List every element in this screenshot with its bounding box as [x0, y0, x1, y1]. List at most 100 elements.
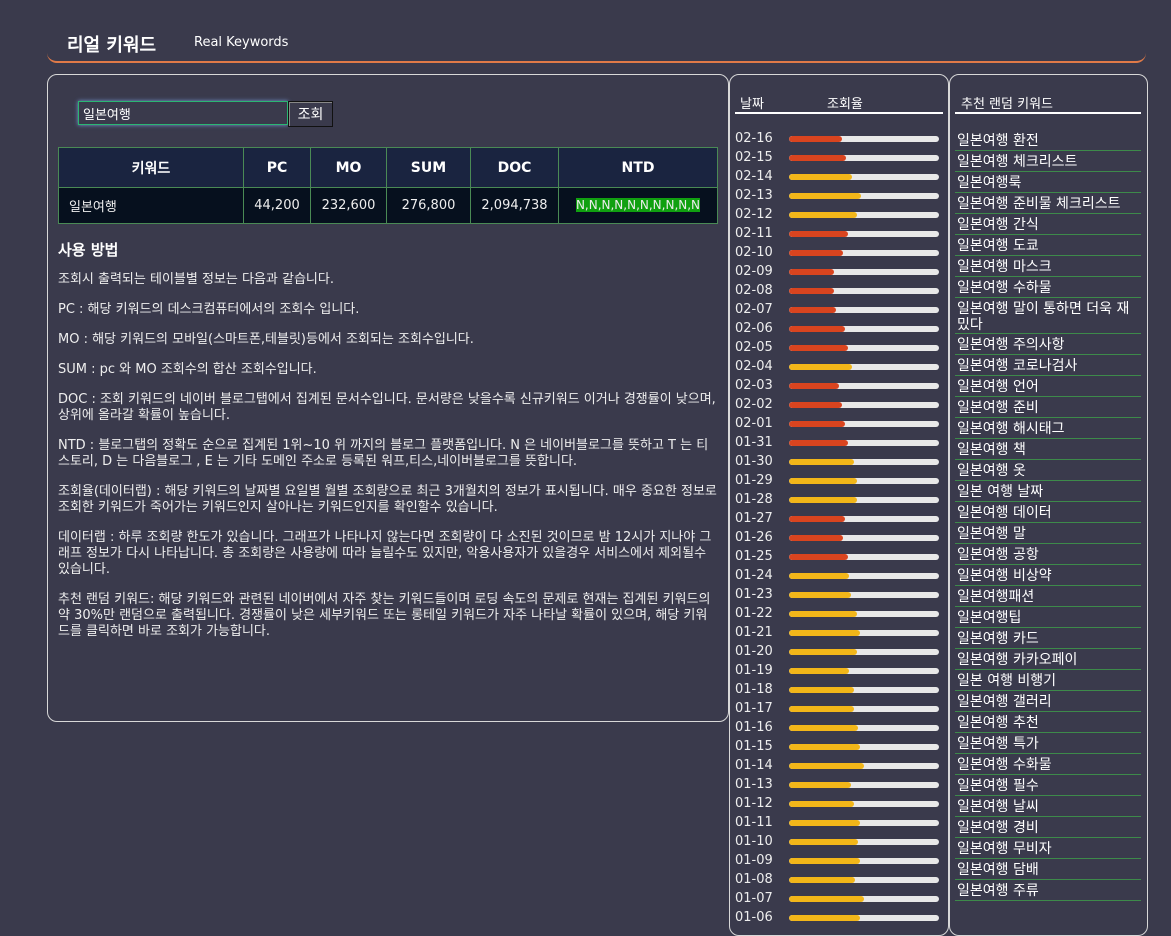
rate-bar-track [789, 573, 939, 579]
recommend-keyword-link[interactable]: 일본여행룩 [955, 172, 1141, 193]
rate-bar-track [789, 155, 939, 161]
rate-date: 02-08 [735, 283, 773, 298]
rate-row: 02-11 [735, 225, 945, 244]
rate-bar-fill [789, 155, 846, 161]
recommend-keyword-link[interactable]: 일본여행 말 [955, 523, 1141, 544]
recommend-keyword-link[interactable]: 일본여행 담배 [955, 859, 1141, 880]
rate-bar-track [789, 326, 939, 332]
rate-bar-track [789, 345, 939, 351]
search-rate-panel: 날짜 조회율 02-16 02-15 02-14 02-13 02-12 02-11 02-… [729, 74, 949, 936]
col-header-sum: SUM [386, 147, 471, 188]
rate-date: 02-16 [735, 131, 773, 146]
rate-bar-fill [789, 402, 842, 408]
recommend-keyword-link[interactable]: 일본여행 마스크 [955, 256, 1141, 277]
rate-bar-fill [789, 706, 854, 712]
recommend-keyword-link[interactable]: 일본 여행 비행기 [955, 670, 1141, 691]
rate-bar-fill [789, 554, 848, 560]
rate-date: 02-12 [735, 207, 773, 222]
rate-bar-fill [789, 345, 848, 351]
cell-keyword: 일본여행 [58, 187, 244, 224]
rate-date: 01-14 [735, 758, 773, 773]
date-header: 날짜 [740, 97, 764, 112]
rate-bar-fill [789, 858, 860, 864]
rate-bar-fill [789, 383, 839, 389]
rate-bar-fill [789, 269, 834, 275]
recommend-keyword-link[interactable]: 일본여행 수화물 [955, 754, 1141, 775]
rate-date: 01-24 [735, 568, 773, 583]
rate-header: 조회율 [827, 97, 863, 112]
recommend-keyword-link[interactable]: 일본여행 책 [955, 439, 1141, 460]
recommend-keyword-link[interactable]: 일본여행 옷 [955, 460, 1141, 481]
recommend-keyword-link[interactable]: 일본 여행 날짜 [955, 481, 1141, 502]
rate-date: 01-31 [735, 435, 773, 450]
recommend-keyword-link[interactable]: 일본여행 수하물 [955, 277, 1141, 298]
rate-row: 01-20 [735, 643, 945, 662]
recommend-keyword-link[interactable]: 일본여행 필수 [955, 775, 1141, 796]
rate-date: 01-15 [735, 739, 773, 754]
rate-row: 01-27 [735, 510, 945, 529]
recommend-keyword-link[interactable]: 일본여행 갤러리 [955, 691, 1141, 712]
rate-date: 02-13 [735, 188, 773, 203]
recommend-keyword-link[interactable]: 일본여행 도쿄 [955, 235, 1141, 256]
rate-bar-fill [789, 801, 854, 807]
recommend-keyword-link[interactable]: 일본여행 말이 통하면 더욱 재밌다 [955, 298, 1141, 334]
search-button[interactable]: 조회 [288, 101, 333, 127]
cell-pc: 44,200 [243, 187, 311, 224]
recommend-keyword-link[interactable]: 일본여행 준비물 체크리스트 [955, 193, 1141, 214]
rate-row: 02-01 [735, 415, 945, 434]
site-subtitle: Real Keywords [194, 35, 289, 50]
rate-row: 02-13 [735, 187, 945, 206]
recommend-keyword-link[interactable]: 일본여행 환전 [955, 130, 1141, 151]
recommend-keyword-link[interactable]: 일본여행 주류 [955, 880, 1141, 901]
rate-row: 01-14 [735, 757, 945, 776]
recommend-keyword-link[interactable]: 일본여행 공항 [955, 544, 1141, 565]
recommend-panel: 추천 랜덤 키워드 일본여행 환전 일본여행 체크리스트 일본여행룩 일본여행 준비물… [949, 74, 1148, 936]
recommend-keyword-link[interactable]: 일본여행 무비자 [955, 838, 1141, 859]
rate-date: 01-08 [735, 872, 773, 887]
recommend-keyword-link[interactable]: 일본여행 해시태그 [955, 418, 1141, 439]
rate-row: 02-07 [735, 301, 945, 320]
recommend-keyword-link[interactable]: 일본여행 카드 [955, 628, 1141, 649]
rate-row: 02-04 [735, 358, 945, 377]
recommend-keyword-link[interactable]: 일본여행패션 [955, 586, 1141, 607]
recommend-keyword-link[interactable]: 일본여행 데이터 [955, 502, 1141, 523]
recommend-keyword-link[interactable]: 일본여행 특가 [955, 733, 1141, 754]
cell-mo: 232,600 [310, 187, 387, 224]
rate-row: 02-09 [735, 263, 945, 282]
recommend-keyword-link[interactable]: 일본여행 날씨 [955, 796, 1141, 817]
recommend-keyword-link[interactable]: 일본여행 코로나검사 [955, 355, 1141, 376]
recommend-keyword-link[interactable]: 일본여행 비상약 [955, 565, 1141, 586]
rate-bar-track [789, 402, 939, 408]
ntd-badge: N,N,N,N,N,N,N,N,N,N [575, 198, 701, 212]
rate-bar-track [789, 611, 939, 617]
rate-row: 01-28 [735, 491, 945, 510]
rate-date: 01-18 [735, 682, 773, 697]
rate-bar-track [789, 706, 939, 712]
rate-bar-track [789, 668, 939, 674]
recommend-keyword-link[interactable]: 일본여행 경비 [955, 817, 1141, 838]
recommend-keyword-link[interactable]: 일본여행 언어 [955, 376, 1141, 397]
rate-bar-fill [789, 478, 857, 484]
recommend-keyword-link[interactable]: 일본여행 주의사항 [955, 334, 1141, 355]
recommend-keyword-link[interactable]: 일본여행 준비 [955, 397, 1141, 418]
rate-row: 01-08 [735, 871, 945, 890]
recommend-keyword-link[interactable]: 일본여행 간식 [955, 214, 1141, 235]
rate-bar-fill [789, 136, 842, 142]
rate-date: 01-06 [735, 910, 773, 925]
keyword-stats-table: 키워드 PC MO SUM DOC NTD 일본여행 44,200 232,60… [58, 147, 718, 224]
rate-row: 02-05 [735, 339, 945, 358]
recommend-keyword-link[interactable]: 일본여행 체크리스트 [955, 151, 1141, 172]
rate-bar-fill [789, 725, 858, 731]
rate-bar-fill [789, 364, 852, 370]
keyword-search-input[interactable] [78, 101, 288, 125]
rate-row: 01-29 [735, 472, 945, 491]
usage-paragraph: MO : 해당 키워드의 모바일(스마트폰,테블릿)등에서 조회되는 조회수입니… [58, 332, 474, 347]
rate-bar-fill [789, 896, 864, 902]
recommend-keyword-link[interactable]: 일본여행팁 [955, 607, 1141, 628]
rate-date: 01-20 [735, 644, 773, 659]
site-title[interactable]: 리얼 키워드 [67, 31, 156, 57]
recommend-keyword-link[interactable]: 일본여행 카카오페이 [955, 649, 1141, 670]
table-row: 일본여행 44,200 232,600 276,800 2,094,738 N,… [58, 187, 718, 224]
rate-date: 01-23 [735, 587, 773, 602]
recommend-keyword-link[interactable]: 일본여행 추천 [955, 712, 1141, 733]
